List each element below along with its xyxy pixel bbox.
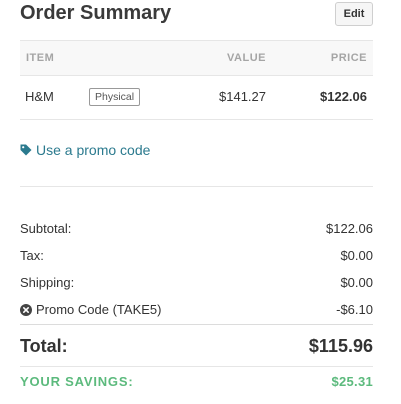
remove-promo-icon[interactable]	[20, 303, 32, 316]
total-value: $115.96	[308, 336, 373, 356]
item-type-badge: Physical	[89, 88, 141, 106]
shipping-value: $0.00	[340, 275, 373, 290]
tag-icon	[20, 144, 32, 156]
use-promo-code-link[interactable]: Use a promo code	[20, 142, 150, 158]
promo-code-value: -$6.10	[336, 302, 373, 317]
subtotal-line: Subtotal: $122.06	[20, 221, 373, 239]
column-header-value: VALUE	[227, 52, 266, 64]
subtotal-value: $122.06	[326, 221, 373, 236]
divider	[20, 186, 373, 187]
page-title: Order Summary	[20, 2, 172, 24]
total-line: Total: $115.96	[20, 336, 373, 360]
savings-value: $25.31	[331, 374, 373, 389]
promo-code-label: Promo Code (TAKE5)	[36, 302, 162, 317]
tax-label: Tax:	[20, 248, 44, 263]
shipping-label: Shipping:	[20, 275, 75, 290]
divider	[20, 324, 373, 325]
item-name: H&M	[25, 89, 54, 104]
table-row: H&M Physical $141.27 $122.06	[20, 76, 373, 120]
divider	[20, 366, 373, 367]
edit-button[interactable]: Edit	[335, 2, 373, 26]
total-label: Total:	[20, 336, 68, 356]
promo-code-label-wrap: Promo Code (TAKE5)	[20, 302, 161, 317]
subtotal-label: Subtotal:	[20, 221, 72, 236]
savings-line: YOUR SAVINGS: $25.31	[20, 374, 373, 392]
promo-code-line: Promo Code (TAKE5) -$6.10	[20, 302, 373, 320]
column-header-price: PRICE	[330, 52, 367, 64]
item-value: $141.27	[219, 89, 266, 104]
tax-value: $0.00	[340, 248, 373, 263]
column-header-item: ITEM	[26, 52, 55, 64]
savings-label: YOUR SAVINGS:	[20, 374, 134, 389]
order-items-table: ITEM VALUE PRICE H&M Physical $141.27 $1…	[20, 40, 373, 120]
tax-line: Tax: $0.00	[20, 248, 373, 266]
shipping-line: Shipping: $0.00	[20, 275, 373, 293]
order-summary-header: Order Summary Edit	[20, 0, 373, 30]
promo-link-text[interactable]: Use a promo code	[36, 142, 150, 158]
table-header: ITEM VALUE PRICE	[20, 40, 373, 76]
item-price: $122.06	[320, 89, 367, 104]
